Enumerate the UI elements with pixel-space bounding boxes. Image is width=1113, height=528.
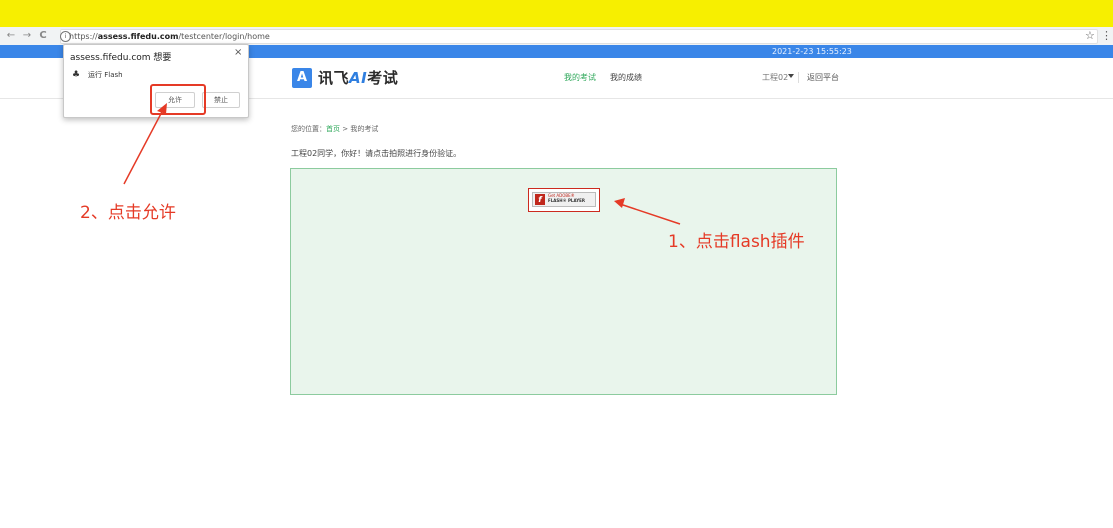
arrow-to-flash: [619, 203, 681, 225]
arrowhead-flash: [614, 198, 625, 208]
annotation-step-1: 1、点击flash插件: [668, 232, 805, 252]
annotation-step-2: 2、点击允许: [80, 203, 176, 223]
arrow-to-allow: [123, 105, 166, 185]
annotation-arrows: [123, 103, 681, 225]
arrowhead-allow: [157, 103, 167, 114]
